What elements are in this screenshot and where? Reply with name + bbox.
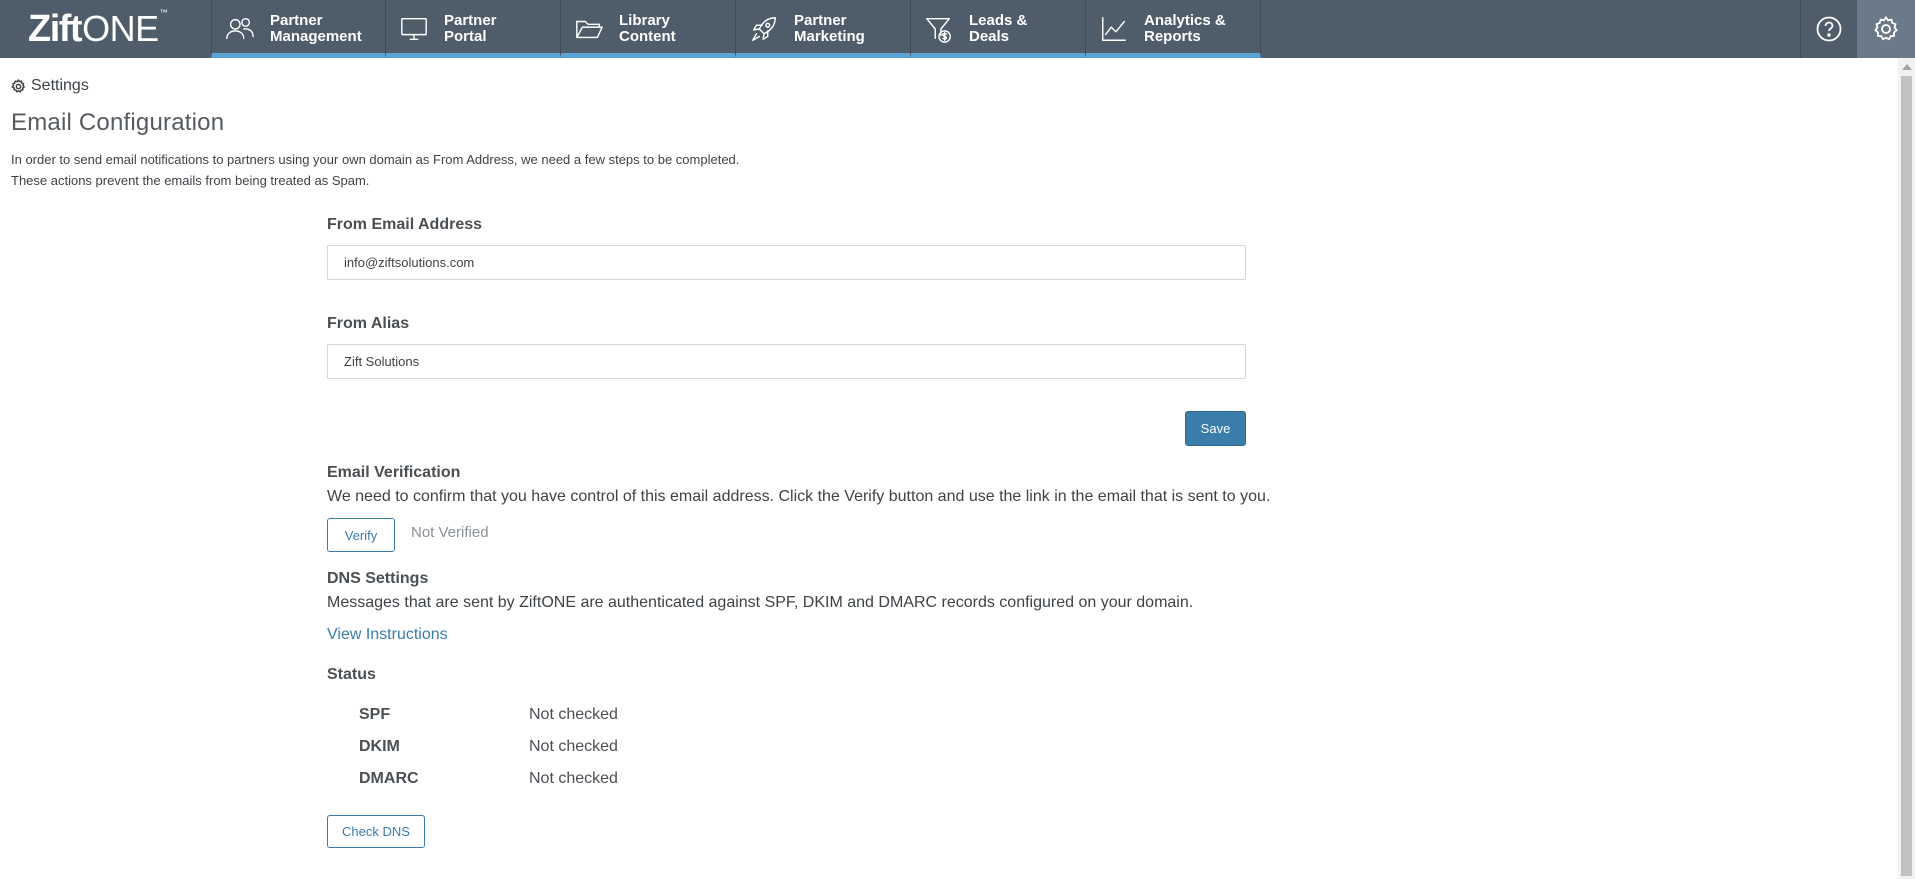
- check-dns-button[interactable]: Check DNS: [327, 815, 425, 848]
- ziftone-logo[interactable]: Zift ONE ™: [28, 8, 168, 50]
- status-name: DMARC: [359, 770, 419, 787]
- nav-label-line1: Leads &: [969, 11, 1028, 29]
- help-button[interactable]: [1800, 0, 1857, 58]
- nav-item-library-content[interactable]: Library Content: [561, 0, 736, 58]
- verify-button[interactable]: Verify: [327, 518, 395, 552]
- from-alias-label: From Alias: [327, 315, 410, 332]
- intro-line-1: In order to send email notifications to …: [11, 152, 740, 167]
- nav-label-line2: Deals: [969, 27, 1010, 45]
- monitor-icon: [398, 13, 430, 45]
- from-alias-input[interactable]: [327, 344, 1246, 379]
- logo-main: Zift: [28, 8, 83, 50]
- nav-label-line2: Content: [619, 27, 676, 45]
- status-value: Not checked: [529, 738, 618, 755]
- status-value: Not checked: [529, 770, 618, 787]
- gear-icon: [1874, 15, 1898, 41]
- save-button[interactable]: Save: [1185, 411, 1246, 446]
- email-verification-title: Email Verification: [327, 464, 461, 481]
- nav-label-line1: Partner: [270, 11, 323, 29]
- intro-text: In order to send email notifications to …: [11, 149, 739, 191]
- nav-item-partner-portal[interactable]: Partner Portal: [386, 0, 561, 58]
- nav-label-line1: Analytics &: [1144, 11, 1226, 29]
- nav-label-line2: Marketing: [794, 27, 865, 45]
- funnel-dollar-icon: [923, 13, 955, 45]
- nav-item-analytics-reports[interactable]: Analytics & Reports: [1086, 0, 1261, 58]
- nav-label-line2: Management: [270, 27, 362, 45]
- status-title: Status: [327, 666, 376, 683]
- breadcrumb[interactable]: Settings: [11, 77, 89, 95]
- scroll-thumb[interactable]: [1901, 76, 1912, 876]
- page-title: Email Configuration: [11, 109, 225, 136]
- main-nav: Partner Management Partner Portal Library C…: [211, 0, 1261, 58]
- nav-item-partner-management[interactable]: Partner Management: [211, 0, 386, 58]
- rocket-icon: [748, 13, 780, 45]
- gear-icon: [11, 78, 26, 93]
- nav-label-line2: Reports: [1144, 27, 1201, 45]
- verification-status: Not Verified: [411, 524, 489, 541]
- from-email-input[interactable]: [327, 245, 1246, 280]
- people-icon: [224, 13, 256, 45]
- status-row-dkim: DKIM Not checked: [359, 738, 618, 756]
- page-scrollbar[interactable]: [1898, 58, 1915, 879]
- top-right-actions: [1800, 0, 1915, 58]
- nav-item-leads-deals[interactable]: Leads & Deals: [911, 0, 1086, 58]
- settings-button[interactable]: [1857, 0, 1915, 58]
- status-name: DKIM: [359, 738, 400, 755]
- breadcrumb-settings[interactable]: Settings: [31, 77, 89, 95]
- status-row-spf: SPF Not checked: [359, 706, 618, 724]
- from-email-label: From Email Address: [327, 216, 483, 233]
- line-chart-icon: [1098, 13, 1130, 45]
- logo-trademark: ™: [159, 8, 168, 17]
- top-navigation-bar: Zift ONE ™ Partner Management Partner Port…: [0, 0, 1915, 58]
- scroll-up-arrow[interactable]: [1902, 64, 1912, 70]
- logo-sub: ONE: [82, 8, 159, 49]
- intro-line-2: These actions prevent the emails from be…: [11, 173, 370, 188]
- folder-icon: [573, 13, 605, 45]
- status-name: SPF: [359, 706, 391, 723]
- nav-item-partner-marketing[interactable]: Partner Marketing: [736, 0, 911, 58]
- nav-label-line1: Partner: [444, 11, 497, 29]
- help-icon: [1816, 16, 1842, 42]
- status-row-dmarc: DMARC Not checked: [359, 770, 618, 788]
- view-instructions-link[interactable]: View Instructions: [327, 626, 448, 644]
- email-verification-text: We need to confirm that you have control…: [327, 488, 1271, 505]
- nav-label-line2: Portal: [444, 27, 487, 45]
- nav-label-line1: Partner: [794, 11, 847, 29]
- dns-settings-title: DNS Settings: [327, 570, 429, 587]
- status-value: Not checked: [529, 706, 618, 723]
- nav-label-line1: Library: [619, 11, 670, 29]
- dns-settings-text: Messages that are sent by ZiftONE are au…: [327, 594, 1194, 611]
